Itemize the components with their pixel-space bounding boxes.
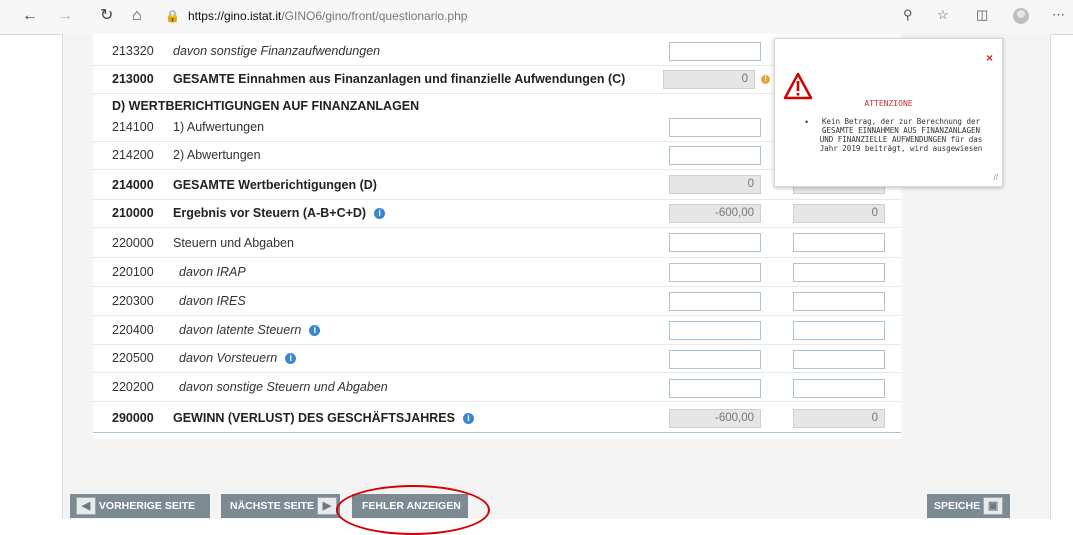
total-field: 0 bbox=[663, 70, 755, 89]
row-label-text: GEWINN (VERLUST) DES GESCHÄFTSJAHRES bbox=[173, 411, 455, 425]
row-label: davon sonstige Steuern und Abgaben bbox=[179, 380, 388, 394]
info-icon[interactable]: i bbox=[309, 325, 321, 337]
row-label-text: Ergebnis vor Steuern (A-B+C+D) bbox=[173, 206, 367, 220]
favorites-icon[interactable]: ☆ bbox=[937, 7, 949, 23]
previous-page-button[interactable]: ◀ VORHERIGE SEITE bbox=[70, 494, 210, 518]
amount-input-previous-year[interactable] bbox=[793, 263, 885, 282]
arrow-left-icon: ◀ bbox=[76, 497, 96, 516]
amount-input[interactable] bbox=[669, 379, 761, 398]
row-label: 2) Abwertungen bbox=[173, 148, 261, 162]
row-label: Steuern und Abgaben bbox=[173, 236, 294, 250]
info-icon[interactable]: i bbox=[462, 413, 474, 425]
highlight-ellipse bbox=[336, 485, 490, 535]
table-row: 220300 davon IRES bbox=[93, 288, 901, 316]
amount-input-previous-year[interactable] bbox=[793, 379, 885, 398]
close-icon[interactable]: × bbox=[986, 51, 993, 65]
row-code: 220400 bbox=[112, 323, 154, 337]
save-label: SPEICHE bbox=[934, 500, 981, 512]
warning-popup: × ATTENZIONE • Kein Betrag, der zur Bere… bbox=[774, 38, 1003, 187]
table-row: 220500 davon Vorsteuern i bbox=[93, 345, 901, 373]
amount-input-previous-year[interactable] bbox=[793, 321, 885, 340]
warning-icon[interactable]: ! bbox=[761, 75, 770, 84]
save-button[interactable]: SPEICHE ▣ bbox=[927, 494, 1010, 518]
amount-input-previous-year[interactable] bbox=[793, 350, 885, 369]
amount-input[interactable] bbox=[669, 233, 761, 252]
address-bar[interactable]: 🔒 https://gino.istat.it/GINO6/gino/front/… bbox=[165, 4, 965, 28]
info-icon[interactable]: i bbox=[285, 353, 297, 365]
row-label-text: davon Vorsteuern bbox=[179, 351, 278, 365]
total-field: -600,00 bbox=[669, 409, 761, 428]
row-label: davon latente Steuern i bbox=[179, 317, 321, 344]
browser-toolbar: ← → ↻ ⌂ 🔒 https://gino.istat.it/GINO6/gin… bbox=[0, 0, 1073, 35]
resize-handle-icon[interactable]: // bbox=[994, 173, 998, 182]
amount-input-previous-year[interactable] bbox=[793, 233, 885, 252]
row-label: davon IRAP bbox=[179, 265, 246, 279]
section-heading: D) WERTBERICHTIGUNGEN AUF FINANZANLAGEN bbox=[112, 99, 420, 113]
row-code: 213000 bbox=[112, 72, 154, 86]
row-label-text: davon latente Steuern bbox=[179, 323, 302, 337]
arrow-right-icon: ▶ bbox=[316, 497, 337, 516]
row-label: Ergebnis vor Steuern (A-B+C+D) i bbox=[173, 200, 386, 227]
row-label: davon sonstige Finanzaufwendungen bbox=[173, 44, 381, 58]
row-label: GEWINN (VERLUST) DES GESCHÄFTSJAHRES i bbox=[173, 405, 474, 432]
total-field-previous-year: 0 bbox=[793, 409, 885, 428]
back-icon[interactable]: ← bbox=[22, 6, 38, 26]
url-path: /GINO6/gino/front/questionario.php bbox=[281, 9, 468, 23]
row-code: 214200 bbox=[112, 148, 154, 162]
row-code: 220000 bbox=[112, 236, 154, 250]
forward-icon[interactable]: → bbox=[57, 6, 73, 26]
row-label: GESAMTE Wertberichtigungen (D) bbox=[173, 178, 377, 192]
row-code: 214100 bbox=[112, 120, 154, 134]
amount-input[interactable] bbox=[669, 146, 761, 165]
table-row: 220400 davon latente Steuern i bbox=[93, 317, 901, 345]
total-field: 0 bbox=[669, 175, 761, 194]
info-icon[interactable]: i bbox=[374, 208, 386, 220]
save-disk-icon: ▣ bbox=[983, 497, 1004, 516]
url-host: https://gino.istat.it bbox=[187, 9, 282, 23]
row-code: 220500 bbox=[112, 351, 154, 365]
amount-input[interactable] bbox=[669, 292, 761, 311]
lock-icon: 🔒 bbox=[165, 9, 180, 23]
table-row: 220000 Steuern und Abgaben bbox=[93, 230, 901, 258]
row-label: davon Vorsteuern i bbox=[179, 345, 297, 372]
amount-input[interactable] bbox=[669, 321, 761, 340]
table-row: 220100 davon IRAP bbox=[93, 259, 901, 287]
row-label: 1) Aufwertungen bbox=[173, 120, 265, 134]
row-code: 210000 bbox=[112, 206, 154, 220]
profile-avatar-icon[interactable] bbox=[1013, 8, 1029, 24]
popup-message: Kein Betrag, der zur Berechnung der GESA… bbox=[819, 117, 983, 153]
table-row: 210000 Ergebnis vor Steuern (A-B+C+D) i bbox=[93, 200, 901, 228]
warning-triangle-icon bbox=[783, 72, 813, 100]
table-row: 220200 davon sonstige Steuern und Abgabe… bbox=[93, 374, 901, 402]
row-code: 220100 bbox=[112, 265, 154, 279]
amount-input[interactable] bbox=[669, 42, 761, 61]
row-label: GESAMTE Einnahmen aus Finanzanlagen und … bbox=[173, 72, 626, 86]
more-menu-icon[interactable]: ⋯ bbox=[1052, 7, 1065, 23]
amount-input-previous-year[interactable] bbox=[793, 292, 885, 311]
row-code: 213320 bbox=[112, 44, 154, 58]
total-field: -600,00 bbox=[669, 204, 761, 223]
amount-input[interactable] bbox=[669, 350, 761, 369]
row-code: 220200 bbox=[112, 380, 154, 394]
total-field-previous-year: 0 bbox=[793, 204, 885, 223]
row-code: 220300 bbox=[112, 294, 154, 308]
home-icon[interactable]: ⌂ bbox=[132, 6, 142, 26]
row-code: 214000 bbox=[112, 178, 154, 192]
reload-icon[interactable]: ↻ bbox=[100, 6, 113, 26]
bullet-icon: • bbox=[805, 117, 809, 127]
next-page-button[interactable]: NÄCHSTE SEITE ▶ bbox=[221, 494, 340, 518]
popup-title: ATTENZIONE bbox=[864, 99, 913, 108]
collections-icon[interactable]: ◫ bbox=[976, 7, 988, 23]
amount-input[interactable] bbox=[669, 118, 761, 137]
row-code: 290000 bbox=[112, 411, 154, 425]
row-label: davon IRES bbox=[179, 294, 246, 308]
zoom-icon[interactable]: ⚲ bbox=[903, 7, 913, 23]
next-page-label: NÄCHSTE SEITE bbox=[230, 500, 315, 512]
table-row: 290000 GEWINN (VERLUST) DES GESCHÄFTSJAH… bbox=[93, 405, 901, 433]
amount-input[interactable] bbox=[669, 263, 761, 282]
previous-page-label: VORHERIGE SEITE bbox=[98, 500, 196, 512]
